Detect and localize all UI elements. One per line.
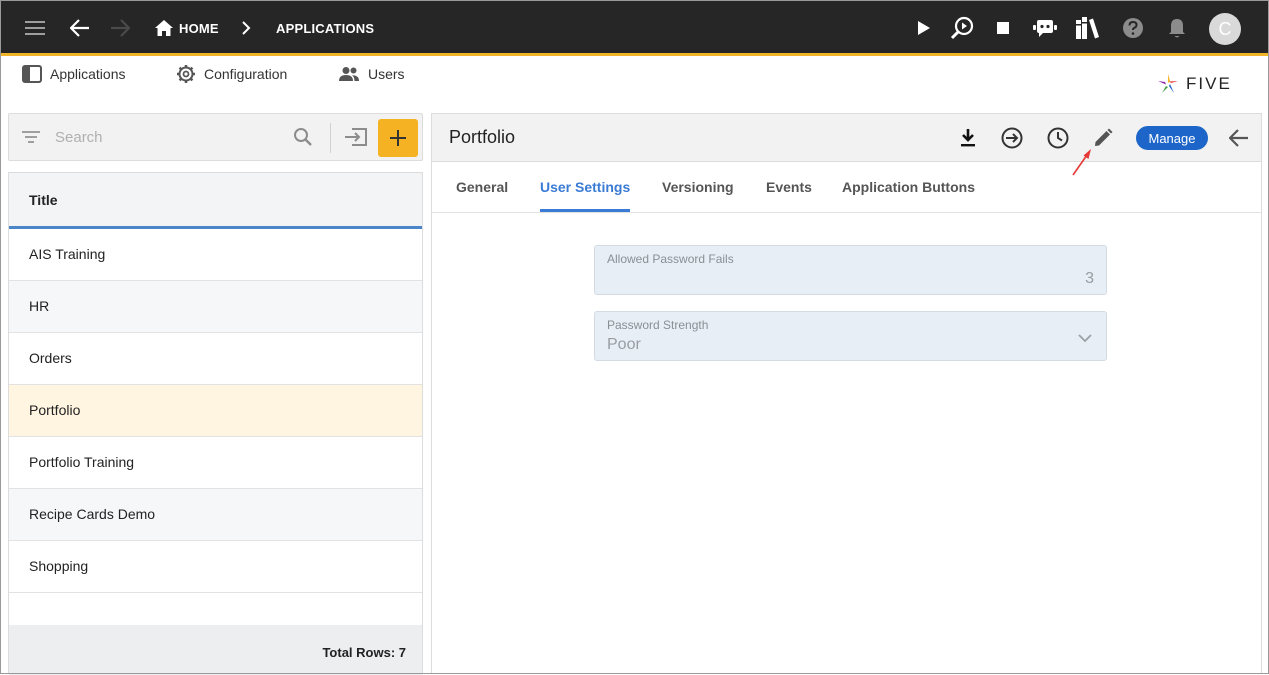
- field-value: Poor: [607, 336, 641, 353]
- page-title: Portfolio: [449, 127, 516, 147]
- gear-icon: [177, 65, 195, 83]
- menu-item-users[interactable]: Users: [338, 63, 405, 85]
- search-toolbar: [8, 113, 423, 161]
- search-icon[interactable]: [293, 127, 313, 152]
- toolbar-divider: [330, 123, 331, 153]
- list-item-title: Orders: [29, 350, 72, 366]
- breadcrumb-applications[interactable]: APPLICATIONS: [276, 21, 374, 36]
- list-item[interactable]: Recipe Cards Demo: [9, 489, 422, 541]
- breadcrumb-chevron-icon: [232, 14, 260, 42]
- field-value: 3: [1085, 270, 1094, 287]
- list-item[interactable]: Orders: [9, 333, 422, 385]
- back-arrow-icon[interactable]: [1226, 125, 1252, 151]
- library-books-icon[interactable]: [1074, 14, 1102, 42]
- detail-header: Portfolio Manage: [432, 114, 1261, 162]
- forward-arrow-icon[interactable]: [106, 14, 134, 42]
- deploy-arrow-icon[interactable]: [999, 125, 1025, 151]
- list-item-title: AIS Training: [29, 246, 106, 262]
- menu-item-label: Applications: [50, 66, 126, 82]
- user-avatar[interactable]: C: [1209, 13, 1241, 45]
- five-logo: FIVE: [1156, 72, 1232, 96]
- tab-versioning[interactable]: Versioning: [662, 179, 734, 195]
- add-button[interactable]: [378, 119, 418, 157]
- annotation-arrow-icon: [1070, 147, 1094, 182]
- top-app-bar: HOME APPLICATIONS C: [0, 0, 1269, 56]
- list-column-header[interactable]: Title: [9, 173, 422, 229]
- stop-icon[interactable]: [989, 14, 1017, 42]
- hamburger-menu-icon[interactable]: [22, 14, 50, 42]
- list-item-selected[interactable]: Portfolio: [9, 385, 422, 437]
- filter-icon[interactable]: [21, 128, 41, 151]
- list-item-title: Portfolio: [29, 402, 81, 418]
- column-title: Title: [29, 192, 58, 208]
- chevron-down-icon: [1078, 330, 1092, 348]
- password-strength-select[interactable]: Password Strength Poor: [594, 311, 1107, 361]
- detail-form: Portfolio Manage General User Settings V…: [431, 113, 1262, 674]
- field-label: Allowed Password Fails: [607, 252, 734, 266]
- logo-text: FIVE: [1186, 74, 1232, 93]
- active-tab-indicator: [540, 209, 630, 212]
- download-icon[interactable]: [955, 125, 981, 151]
- total-rows: Total Rows: 7: [322, 645, 406, 660]
- list-item-title: Recipe Cards Demo: [29, 506, 156, 522]
- tab-events[interactable]: Events: [766, 179, 812, 195]
- panel-icon: [22, 65, 42, 83]
- back-arrow-icon[interactable]: [66, 14, 94, 42]
- menu-item-configuration[interactable]: Configuration: [176, 63, 287, 85]
- list-item[interactable]: Portfolio Training: [9, 437, 422, 489]
- list-item-title: Shopping: [29, 558, 89, 574]
- list-item-title: HR: [29, 298, 50, 314]
- history-clock-icon[interactable]: [1045, 125, 1071, 151]
- menu-item-applications[interactable]: Applications: [22, 63, 126, 85]
- notifications-bell-icon[interactable]: [1163, 14, 1191, 42]
- tab-general[interactable]: General: [456, 179, 508, 195]
- help-icon[interactable]: [1119, 14, 1147, 42]
- chat-bot-icon[interactable]: [1031, 14, 1059, 42]
- field-label: Password Strength: [607, 318, 709, 332]
- plus-icon: [390, 130, 406, 146]
- list-item-title: Portfolio Training: [29, 454, 135, 470]
- run-play-icon[interactable]: [910, 14, 938, 42]
- five-star-logo-icon: [1158, 74, 1178, 93]
- list-item[interactable]: HR: [9, 281, 422, 333]
- search-input[interactable]: [53, 124, 283, 150]
- applications-list: Title AIS Training HR Orders Portfolio P…: [8, 172, 423, 675]
- menu-item-label: Users: [368, 66, 405, 82]
- tab-user-settings[interactable]: User Settings: [540, 179, 630, 195]
- tab-bar: General User Settings Versioning Events …: [432, 162, 1261, 213]
- list-item[interactable]: AIS Training: [9, 229, 422, 281]
- debug-search-icon[interactable]: [949, 14, 977, 42]
- home-icon[interactable]: [150, 14, 178, 42]
- allowed-password-fails-field[interactable]: Allowed Password Fails 3: [594, 245, 1107, 295]
- tab-application-buttons[interactable]: Application Buttons: [842, 179, 975, 195]
- menu-item-label: Configuration: [204, 66, 288, 82]
- import-icon[interactable]: [344, 127, 368, 152]
- manage-button[interactable]: Manage: [1136, 126, 1208, 150]
- list-item[interactable]: Shopping: [9, 541, 422, 593]
- list-footer: Total Rows: 7: [9, 625, 422, 675]
- breadcrumb-home[interactable]: HOME: [179, 21, 219, 36]
- users-icon: [339, 67, 359, 81]
